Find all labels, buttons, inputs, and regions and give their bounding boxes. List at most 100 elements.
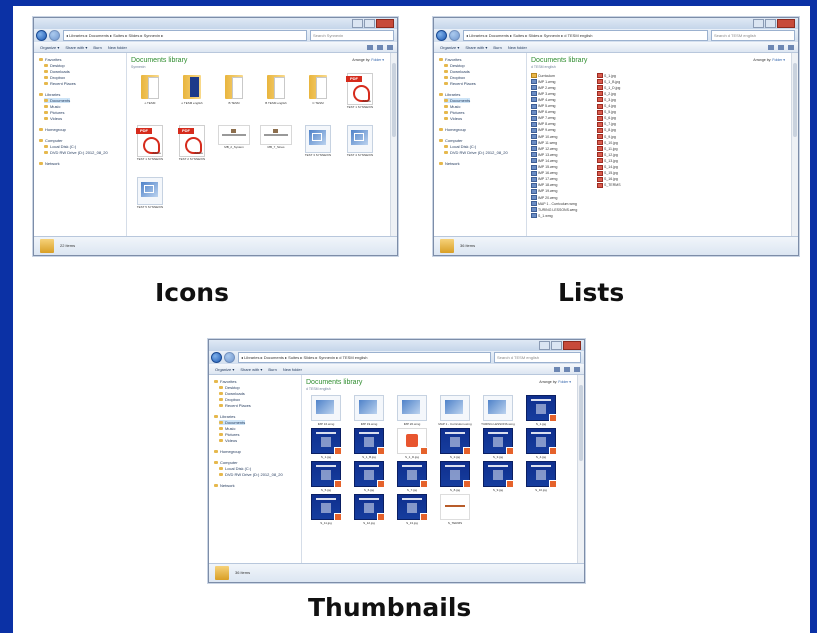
list-item[interactable]: S_5.jpg — [597, 109, 616, 115]
list-item[interactable]: IMP 18.wmg — [531, 182, 557, 188]
forward-icon[interactable] — [49, 30, 60, 41]
nav-item-documents[interactable]: Documents — [444, 98, 471, 103]
file-tile[interactable]: PDF Adobe TEST 1 SYNNEXIN — [341, 73, 379, 110]
maximize-icon[interactable] — [364, 19, 375, 28]
list-item[interactable]: IMP 1.wmg — [531, 79, 555, 85]
title-bar[interactable] — [34, 18, 397, 29]
thumbnail-tile[interactable]: S_13.jpg — [393, 494, 431, 526]
preview-pane-icon[interactable] — [778, 44, 784, 50]
nav-item-homegroup[interactable]: Homegroup — [439, 127, 466, 132]
thumbnail-tile[interactable]: IMP 16.wmg — [307, 395, 345, 427]
file-tile[interactable]: o TESM english — [173, 73, 211, 106]
nav-item-dropbox[interactable]: Dropbox — [444, 75, 465, 80]
nav-item-dvd-rw-drive-d-2012-08-20[interactable]: DVD RW Drive (D:) 2012_08_20 — [444, 150, 508, 155]
thumbnail-tile[interactable]: MAP 1 - Curriculum.wmg — [436, 395, 474, 427]
list-item[interactable]: IMP 3.wmg — [531, 91, 555, 97]
file-tile[interactable]: PDF Adobe TEST 1 SYNNEXIN — [131, 125, 169, 162]
list-item[interactable]: IMP 6.wmg — [531, 109, 555, 115]
nav-item-favorites[interactable]: Favorites — [214, 379, 236, 384]
thumbnail-tile[interactable]: S_1_D.jpg — [393, 428, 431, 460]
nav-item-videos[interactable]: Videos — [44, 116, 62, 121]
burn-button[interactable]: Burn — [93, 45, 101, 50]
nav-item-computer[interactable]: Computer — [214, 460, 238, 465]
thumbnail-tile[interactable]: IMP 20.wmg — [393, 395, 431, 427]
nav-item-desktop[interactable]: Desktop — [444, 63, 465, 68]
thumbnail-tile[interactable]: S_1.jpg — [522, 395, 560, 427]
list-item[interactable]: S_15.jpg — [597, 170, 618, 176]
list-item[interactable]: IMP 7.wmg — [531, 115, 555, 121]
list-item[interactable]: IMP 11.wmg — [531, 140, 557, 146]
list-item[interactable]: IMP 14.wmg — [531, 158, 557, 164]
preview-pane-icon[interactable] — [564, 366, 570, 372]
nav-item-local-disk-c-[interactable]: Local Disk (C:) — [44, 144, 76, 149]
nav-item-pictures[interactable]: Pictures — [219, 432, 239, 437]
back-icon[interactable] — [36, 30, 47, 41]
list-item[interactable]: IMP 20.wmg — [531, 195, 557, 200]
share-with-button[interactable]: Share with ▾ — [465, 45, 487, 50]
nav-item-documents[interactable]: Documents — [44, 98, 71, 103]
nav-item-local-disk-c-[interactable]: Local Disk (C:) — [219, 466, 251, 471]
burn-button[interactable]: Burn — [268, 367, 276, 372]
nav-item-network[interactable]: Network — [214, 483, 235, 488]
back-icon[interactable] — [211, 352, 222, 363]
nav-item-downloads[interactable]: Downloads — [44, 69, 70, 74]
organize-button[interactable]: Organize ▾ — [215, 367, 234, 372]
nav-item-homegroup[interactable]: Homegroup — [214, 449, 241, 454]
minimize-icon[interactable] — [539, 341, 550, 350]
preview-pane-icon[interactable] — [377, 44, 383, 50]
list-item[interactable]: S_6.jpg — [597, 115, 616, 121]
nav-item-libraries[interactable]: Libraries — [439, 92, 460, 97]
burn-button[interactable]: Burn — [493, 45, 501, 50]
arrange-by-value[interactable]: Folder ▾ — [772, 58, 785, 62]
nav-item-downloads[interactable]: Downloads — [444, 69, 470, 74]
thumbnail-tile[interactable]: S_4.jpg — [522, 428, 560, 460]
nav-item-recent-places[interactable]: Recent Places — [444, 81, 476, 86]
nav-item-dropbox[interactable]: Dropbox — [44, 75, 65, 80]
nav-item-music[interactable]: Music — [44, 104, 60, 109]
list-item[interactable]: S_10.jpg — [597, 140, 618, 146]
nav-item-desktop[interactable]: Desktop — [44, 63, 65, 68]
arrange-by-value[interactable]: Folder ▾ — [371, 58, 384, 62]
nav-item-videos[interactable]: Videos — [219, 438, 237, 443]
list-item[interactable]: S_7.jpg — [597, 121, 616, 127]
nav-item-dropbox[interactable]: Dropbox — [219, 397, 240, 402]
file-tile[interactable]: PDF Adobe TEST 2 SYNNEXIN — [173, 125, 211, 162]
nav-item-music[interactable]: Music — [444, 104, 460, 109]
vertical-scrollbar[interactable] — [390, 53, 397, 237]
list-item[interactable]: S_TERMS — [597, 182, 621, 188]
nav-item-libraries[interactable]: Libraries — [214, 414, 235, 419]
close-icon[interactable] — [777, 19, 795, 28]
list-item[interactable]: IMP 15.wmg — [531, 164, 557, 170]
thumbnail-tile[interactable]: S_TERMS — [436, 494, 474, 526]
nav-item-libraries[interactable]: Libraries — [39, 92, 60, 97]
list-item[interactable]: S_2.jpg — [597, 91, 616, 97]
maximize-icon[interactable] — [551, 341, 562, 350]
search-input[interactable]: Search Synnexin — [310, 30, 394, 41]
nav-item-recent-places[interactable]: Recent Places — [219, 403, 251, 408]
list-item[interactable]: IMP 4.wmg — [531, 97, 555, 103]
file-tile[interactable]: TEST 3 SYNNEXIN — [299, 125, 337, 158]
close-icon[interactable] — [376, 19, 394, 28]
thumbnail-tile[interactable]: S_1.jpg — [307, 428, 345, 460]
list-item[interactable]: IMP 8.wmg — [531, 121, 555, 127]
change-view-icon[interactable] — [367, 44, 373, 50]
share-with-button[interactable]: Share with ▾ — [240, 367, 262, 372]
list-item[interactable]: IMP 19.wmg — [531, 188, 557, 194]
nav-item-local-disk-c-[interactable]: Local Disk (C:) — [444, 144, 476, 149]
nav-item-recent-places[interactable]: Recent Places — [44, 81, 76, 86]
thumbnail-tile[interactable]: S_12.jpg — [350, 494, 388, 526]
nav-item-favorites[interactable]: Favorites — [439, 57, 461, 62]
close-icon[interactable] — [563, 341, 581, 350]
scrollbar-thumb[interactable] — [793, 63, 797, 137]
list-item[interactable]: MAP 1 - Curriculum.wmg — [531, 201, 577, 207]
list-item[interactable]: Curriculum — [531, 73, 555, 78]
scrollbar-thumb[interactable] — [392, 63, 396, 137]
nav-item-favorites[interactable]: Favorites — [39, 57, 61, 62]
thumbnail-tile[interactable]: S_5.jpg — [307, 461, 345, 493]
list-item[interactable]: S_1.jpg — [597, 73, 616, 78]
thumbnail-tile[interactable]: IMP 19.wmg — [350, 395, 388, 427]
file-tile[interactable]: TEST 4 SYNNEXIN — [341, 125, 379, 158]
list-item[interactable]: S_1_B.jpg — [597, 79, 620, 85]
list-item[interactable]: IMP 17.wmg — [531, 176, 557, 182]
nav-item-videos[interactable]: Videos — [444, 116, 462, 121]
